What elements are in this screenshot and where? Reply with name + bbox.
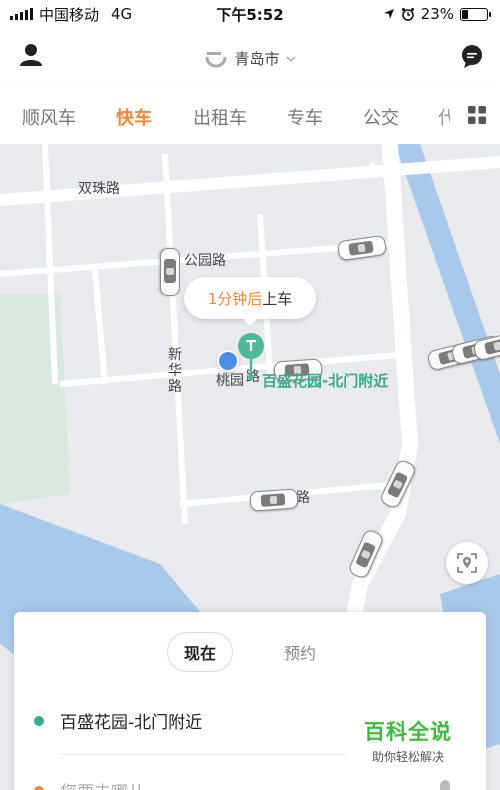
tab-hitch[interactable]: 顺风车: [22, 104, 76, 130]
road-label-gongyuan: 公园路: [184, 253, 226, 269]
pickup-field[interactable]: 百盛花园-北门附近: [34, 708, 202, 733]
network-type: 4G: [111, 5, 133, 23]
battery-percent: 23%: [420, 5, 454, 23]
eta-time: 1分钟后: [207, 289, 263, 308]
road-label-xinhua-3: 路: [168, 379, 182, 395]
tab-taxi[interactable]: 出租车: [193, 104, 247, 130]
service-tabs: 顺风车 快车 出租车 专车 公交 代: [0, 88, 500, 144]
destination-dot-icon: [34, 785, 44, 790]
city-selector[interactable]: 青岛市: [0, 48, 500, 69]
tab-designated-driver[interactable]: 代: [438, 104, 450, 130]
alarm-icon: [401, 8, 414, 21]
tab-premier[interactable]: 专车: [287, 104, 323, 130]
car-marker: [249, 488, 299, 512]
more-services-button[interactable]: [468, 106, 486, 128]
tab-bus[interactable]: 公交: [363, 104, 399, 130]
eta-action: 上车: [262, 289, 293, 308]
watermark: 百科全说 助你轻松解决: [364, 716, 452, 765]
divider: [60, 754, 346, 755]
eta-bubble: 1分钟后 上车: [184, 277, 316, 326]
road-label-shuangzhu: 双珠路: [78, 181, 120, 197]
watermark-title: 百科全说: [364, 720, 452, 744]
tab-express[interactable]: 快车: [116, 104, 152, 130]
pickup-pin-icon: [238, 333, 264, 380]
location-arrow-icon: [383, 9, 394, 19]
grid-icon: [468, 106, 486, 124]
destination-field[interactable]: 您要去哪儿: [34, 778, 145, 790]
logo-icon: [205, 51, 227, 67]
locate-me-button[interactable]: [446, 542, 488, 584]
status-bar: 中国移动 4G 下午5:52 23%: [0, 0, 500, 28]
chat-icon: [462, 45, 482, 68]
pickup-dot-icon: [34, 715, 44, 726]
time-segment: 现在 预约: [14, 632, 486, 672]
locate-icon: [457, 553, 477, 573]
microphone-icon[interactable]: [440, 780, 450, 790]
carrier-name: 中国移动: [39, 5, 100, 24]
destination-placeholder: 您要去哪儿: [60, 778, 145, 790]
header: 青岛市: [0, 28, 500, 88]
car-marker: [160, 248, 180, 296]
pickup-location-label: 百盛花园-北门附近: [262, 372, 389, 390]
road-label-lower: 路: [296, 490, 310, 506]
signal-icon: [10, 8, 33, 20]
segment-now[interactable]: 现在: [167, 632, 233, 672]
pickup-text: 百盛花园-北门附近: [60, 713, 203, 733]
segment-reserve[interactable]: 预约: [267, 632, 333, 672]
messages-button[interactable]: [460, 44, 484, 74]
battery-icon: [460, 7, 491, 21]
city-name: 青岛市: [234, 50, 280, 68]
current-location-dot: [217, 350, 239, 372]
watermark-subtitle: 助你轻松解决: [371, 750, 444, 764]
chevron-down-icon: [285, 55, 296, 62]
